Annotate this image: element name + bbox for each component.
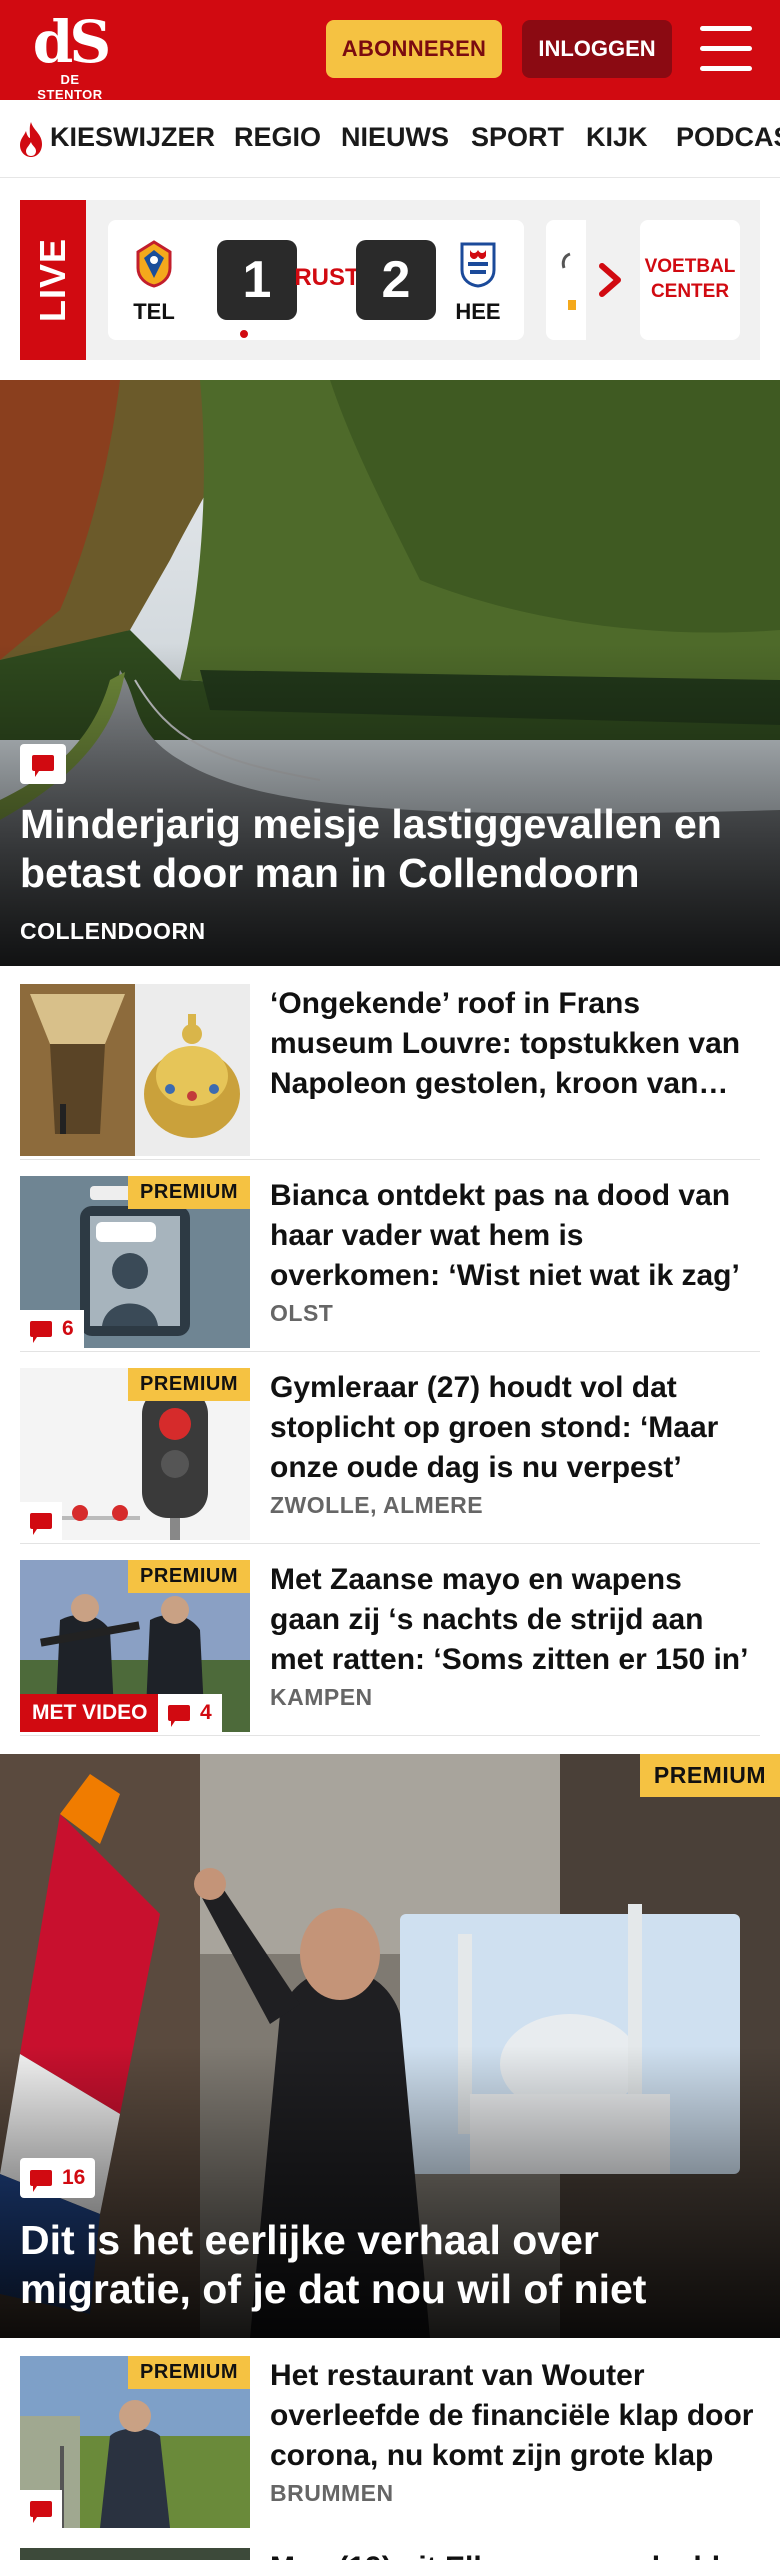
list-item[interactable]: PREMIUM Het restaurant van Wouter overle…	[20, 2340, 760, 2532]
article-thumbnail: PREMIUM	[20, 1368, 250, 1540]
subscribe-button[interactable]: ABONNEREN	[326, 20, 502, 78]
chevron-right-icon[interactable]	[590, 258, 630, 302]
comment-count: 6	[20, 1310, 84, 1348]
away-team-crest-icon	[460, 242, 496, 288]
hero-2-title[interactable]: Dit is het eerlijke verhaal over migrati…	[20, 2216, 760, 2314]
nav-item-sport[interactable]: SPORT	[471, 122, 564, 153]
article-location: OLST	[270, 1300, 334, 1326]
comment-icon	[30, 2170, 52, 2192]
comment-bubble-icon	[20, 744, 66, 784]
premium-badge: PREMIUM	[128, 2356, 250, 2389]
article-title[interactable]: Gymleraar (27) houdt vol dat stoplicht o…	[270, 1368, 760, 1488]
logo-mark: dS	[32, 8, 111, 76]
article-thumbnail: PREMIUM 6	[20, 1176, 250, 1348]
away-team: HEE	[448, 240, 508, 325]
premium-badge: PREMIUM	[128, 1368, 250, 1401]
hero-1-location: COLLENDOORN	[20, 918, 206, 944]
home-team-crest-icon	[136, 240, 172, 288]
premium-badge: PREMIUM	[639, 1754, 780, 1797]
list-item[interactable]: ‘Ongekende’ roof in Frans museum Louvre:…	[20, 968, 760, 1160]
nav-item-nieuws[interactable]: NIEUWS	[341, 122, 449, 153]
nav-item-kieswijzer[interactable]: KIESWIJZER	[50, 122, 215, 153]
hamburger-menu-icon[interactable]	[700, 24, 752, 74]
live-label: LIVE	[32, 237, 73, 323]
article-location: BRUMMEN	[270, 2480, 394, 2506]
live-indicator-dot	[238, 328, 250, 340]
flame-icon	[20, 122, 42, 157]
article-title[interactable]: Het restaurant van Wouter overleefde de …	[270, 2356, 760, 2476]
main-nav: KIESWIJZER REGIO NIEUWS SPORT KIJK PODCA…	[0, 100, 780, 178]
nav-item-kijk[interactable]: KIJK	[586, 122, 648, 153]
hero-article-2[interactable]: PREMIUM 16 Dit is het eerlijke verhaal o…	[0, 1754, 780, 2338]
comment-icon	[30, 2501, 52, 2523]
article-title[interactable]: Bianca ontdekt pas na dood van haar vade…	[270, 1176, 760, 1296]
site-logo[interactable]: dS DE STENTOR	[30, 8, 111, 102]
article-thumbnail: PREMIUM MET VIDEO 4	[20, 1560, 250, 1732]
home-team: TEL	[124, 240, 184, 325]
article-title[interactable]: ‘Ongekende’ roof in Frans museum Louvre:…	[270, 984, 760, 1104]
article-location: KAMPEN	[270, 1684, 373, 1710]
next-match-card[interactable]	[546, 220, 586, 340]
live-tag: LIVE	[20, 200, 86, 360]
home-team-name: TEL	[133, 299, 175, 324]
partial-team-crest-icon	[561, 252, 576, 310]
match-status: RUST	[294, 264, 360, 291]
list-item[interactable]: PREMIUM 6 Bianca ontdekt pas na dood van…	[20, 1160, 760, 1352]
comment-icon	[30, 1513, 52, 1535]
site-header: dS DE STENTOR ABONNEREN INLOGGEN	[0, 0, 780, 102]
comment-count	[20, 2490, 62, 2528]
article-title[interactable]: Met Zaanse mayo en wapens gaan zij ‘s na…	[270, 1560, 760, 1680]
list-item[interactable]: PREMIUM MET VIDEO 4 Met Zaanse mayo en w…	[20, 1544, 760, 1736]
list-item[interactable]: Man (19) uit Elburg veroordeeld	[20, 2532, 760, 2560]
article-location: ZWOLLE, ALMERE	[270, 1492, 484, 1518]
login-button[interactable]: INLOGGEN	[522, 20, 672, 78]
video-badge: MET VIDEO	[20, 1694, 160, 1732]
article-thumbnail: PREMIUM	[20, 2356, 250, 2528]
comment-count: 16	[20, 2158, 96, 2198]
nav-item-regio[interactable]: REGIO	[234, 122, 321, 153]
comment-count	[20, 1502, 62, 1540]
nav-item-podcast[interactable]: PODCAS	[676, 122, 780, 153]
voetbal-center-button[interactable]: VOETBAL CENTER	[640, 220, 740, 340]
away-score: 2	[356, 240, 436, 320]
premium-badge: PREMIUM	[128, 1176, 250, 1209]
comment-count: 4	[158, 1694, 222, 1732]
comment-count-value: 6	[62, 1317, 74, 1340]
comment-count-value: 16	[62, 2166, 86, 2189]
home-score: 1	[217, 240, 297, 320]
article-thumbnail	[20, 2548, 250, 2560]
live-score-ticker: LIVE TEL 1 RUST 2 HEE VOETBAL CENTER	[20, 200, 760, 360]
premium-badge: PREMIUM	[128, 1560, 250, 1593]
article-title[interactable]: Man (19) uit Elburg veroordeeld	[270, 2548, 720, 2560]
match-card[interactable]: TEL 1 RUST 2 HEE	[108, 220, 524, 340]
article-thumbnail	[20, 984, 250, 1156]
comment-count-value: 4	[200, 1701, 212, 1724]
list-item[interactable]: PREMIUM Gymleraar (27) houdt vol dat sto…	[20, 1352, 760, 1544]
comment-icon	[168, 1705, 190, 1727]
comment-icon	[30, 1321, 52, 1343]
hero-article-1[interactable]: Minderjarig meisje lastiggevallen en bet…	[0, 380, 780, 966]
away-team-name: HEE	[455, 299, 501, 324]
logo-subtitle: DE STENTOR	[37, 72, 103, 102]
hero-1-title[interactable]: Minderjarig meisje lastiggevallen en bet…	[20, 800, 760, 898]
